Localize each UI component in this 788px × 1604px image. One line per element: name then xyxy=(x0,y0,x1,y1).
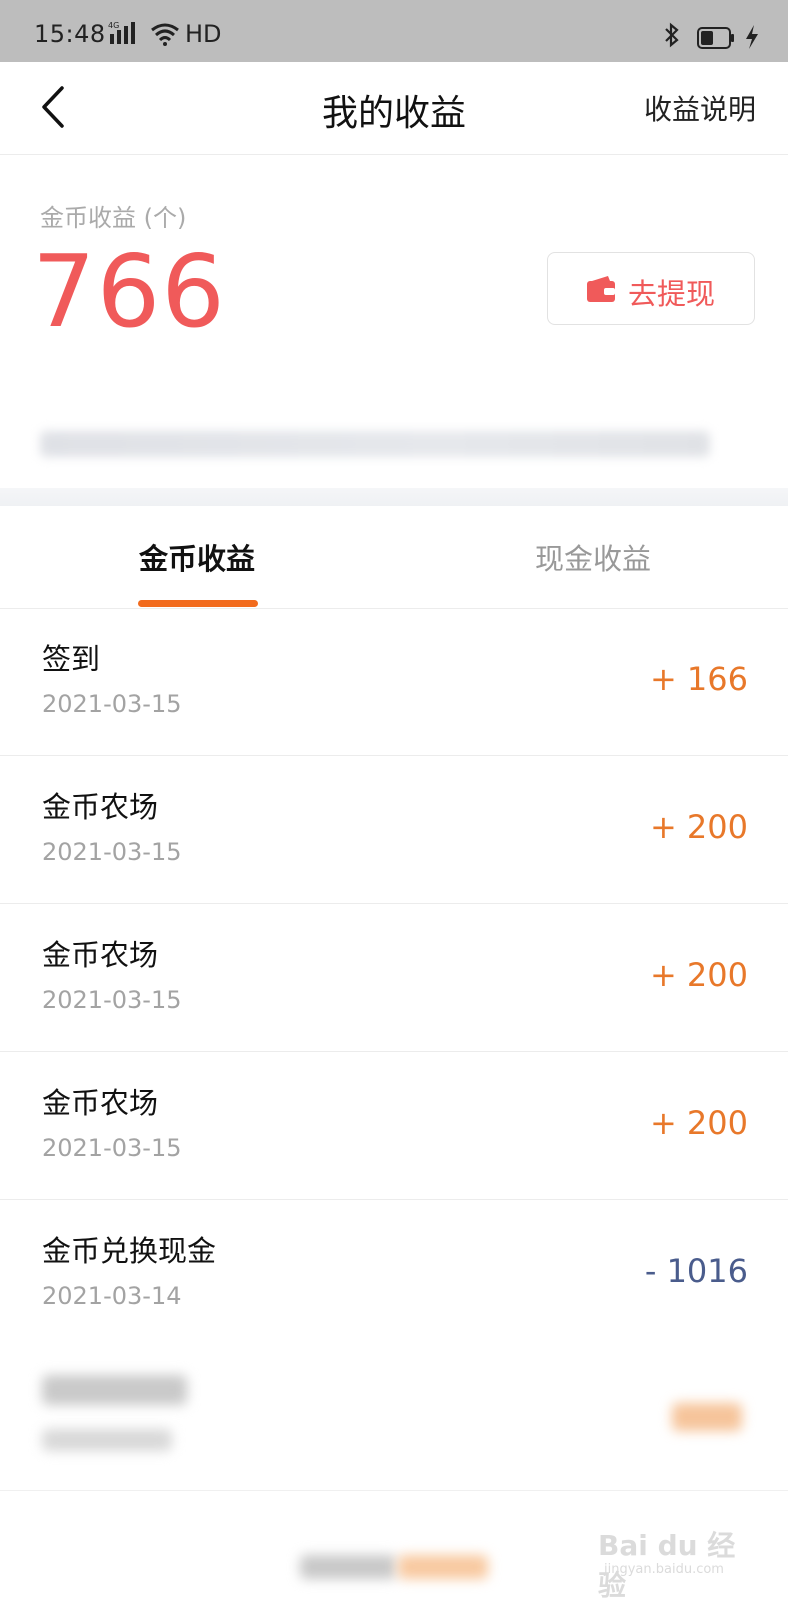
list-item[interactable]: 金币农场 2021-03-15 + 200 xyxy=(0,1052,788,1200)
status-hd: HD xyxy=(185,20,222,48)
list-item[interactable]: 金币兑换现金 2021-03-14 - 1016 xyxy=(0,1200,788,1347)
notice-text-blurred xyxy=(40,431,710,457)
record-title: 金币农场 xyxy=(42,790,159,824)
record-title: 金币农场 xyxy=(42,938,159,972)
footer-blurred-link xyxy=(398,1555,488,1579)
record-date: 2021-03-14 xyxy=(42,1282,182,1310)
tab-cash-earnings[interactable]: 现金收益 xyxy=(535,536,651,578)
tab-indicator xyxy=(138,600,258,607)
list-item-blurred xyxy=(0,1343,788,1490)
network-type: 4G xyxy=(108,21,119,30)
record-title: 签到 xyxy=(42,642,101,676)
record-date: 2021-03-15 xyxy=(42,986,182,1014)
wifi-icon xyxy=(151,23,179,46)
record-title: 金币农场 xyxy=(42,1086,159,1120)
list-item[interactable]: 签到 2021-03-15 + 166 xyxy=(0,608,788,756)
record-amount: - 1016 xyxy=(644,1252,748,1290)
tab-coin-earnings[interactable]: 金币收益 xyxy=(139,536,255,578)
blurred-title xyxy=(42,1375,187,1405)
record-date: 2021-03-15 xyxy=(42,690,182,718)
tab-bar: 金币收益 现金收益 xyxy=(0,506,788,609)
watermark-url: jingyan.baidu.com xyxy=(604,1562,724,1577)
record-amount: + 200 xyxy=(649,1104,748,1142)
divider xyxy=(0,1490,788,1491)
blurred-date xyxy=(42,1429,172,1451)
signal-icon: 4G xyxy=(108,21,135,44)
record-list: 签到 2021-03-15 + 166 金币农场 2021-03-15 + 20… xyxy=(0,608,788,1347)
status-bar: 15:48 4G HD xyxy=(0,0,788,62)
list-item[interactable]: 金币农场 2021-03-15 + 200 xyxy=(0,904,788,1052)
withdraw-button[interactable]: 去提现 xyxy=(547,252,755,325)
record-amount: + 166 xyxy=(649,660,748,698)
baidu-watermark: Bai du 经验 jingyan.baidu.com xyxy=(598,1514,748,1602)
record-amount: + 200 xyxy=(649,956,748,994)
footer-blurred-text xyxy=(300,1555,396,1579)
record-amount: + 200 xyxy=(649,808,748,846)
earnings-info-link[interactable]: 收益说明 xyxy=(644,88,756,128)
section-divider xyxy=(0,488,788,506)
bluetooth-icon xyxy=(665,22,679,48)
charging-icon xyxy=(746,25,758,49)
nav-bar: 我的收益 收益说明 xyxy=(0,62,788,155)
list-item[interactable]: 金币农场 2021-03-15 + 200 xyxy=(0,756,788,904)
wallet-icon xyxy=(587,276,615,302)
record-title: 金币兑换现金 xyxy=(42,1234,217,1268)
balance-label: 金币收益 (个) xyxy=(40,204,187,232)
status-time: 15:48 xyxy=(34,20,106,48)
record-date: 2021-03-15 xyxy=(42,1134,182,1162)
record-date: 2021-03-15 xyxy=(42,838,182,866)
withdraw-label: 去提现 xyxy=(628,277,716,311)
balance-value: 766 xyxy=(32,233,226,350)
battery-icon xyxy=(697,27,734,49)
blurred-amount xyxy=(672,1403,742,1431)
